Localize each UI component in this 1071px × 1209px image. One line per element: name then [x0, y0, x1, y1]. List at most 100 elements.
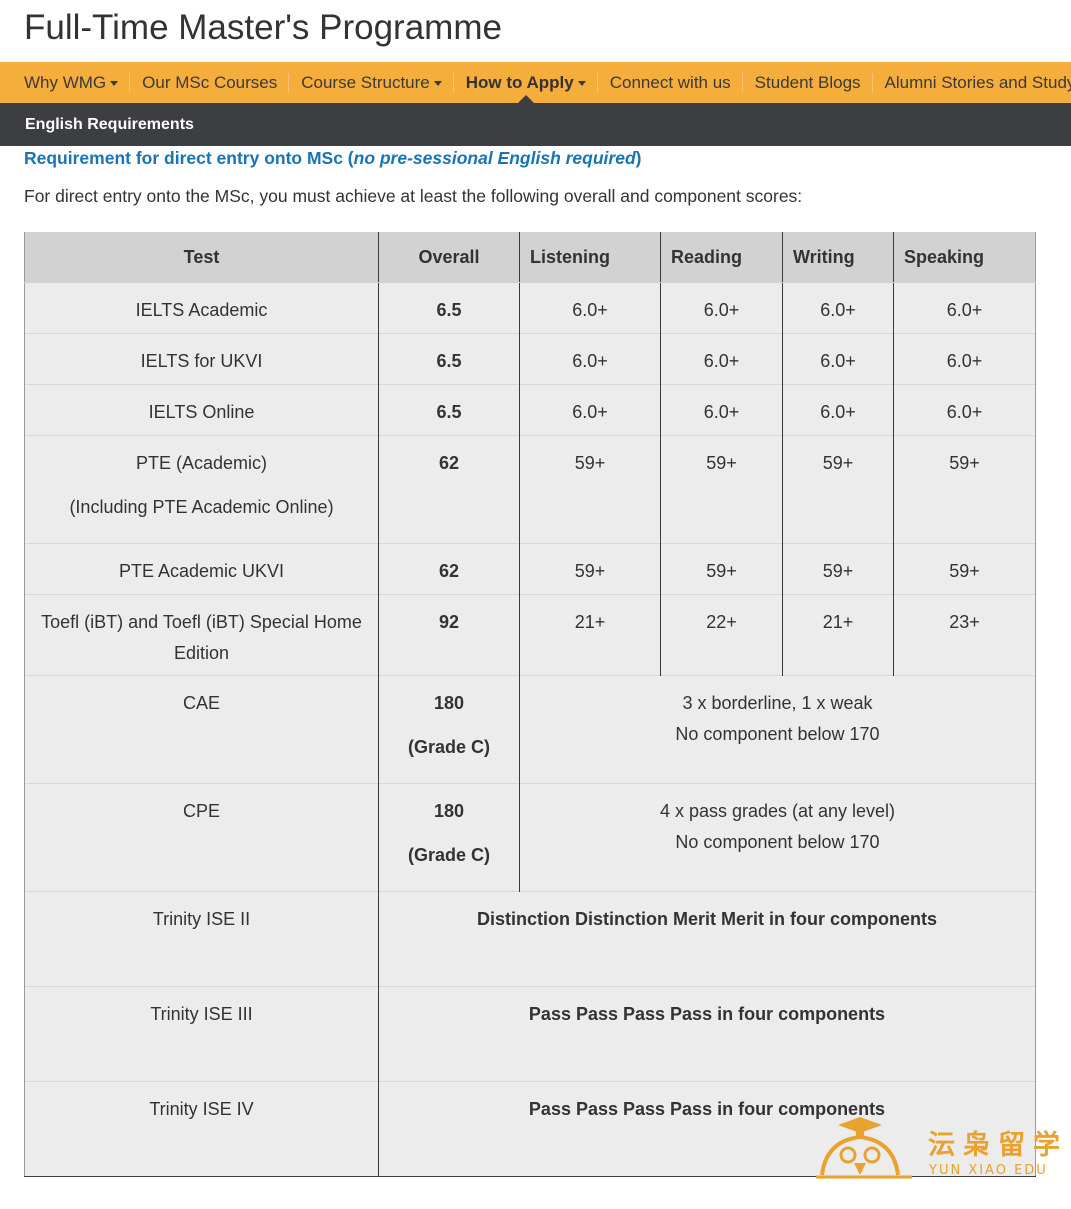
cell-listening: 59+: [519, 543, 661, 595]
requirement-heading: Requirement for direct entry onto MSc (n…: [24, 148, 641, 169]
cell-test: IELTS Online: [24, 384, 379, 436]
nav-item-label: How to Apply: [465, 72, 574, 92]
cell-reading: 59+: [660, 435, 783, 544]
main-nav: Why WMG Our MSc Courses Course Structure…: [0, 62, 1071, 103]
cell-speaking: 6.0+: [893, 333, 1036, 385]
cell-components: 4 x pass grades (at any level) No compon…: [519, 783, 1036, 892]
cell-writing: 6.0+: [782, 282, 894, 334]
cell-reading: 6.0+: [660, 282, 783, 334]
cell-overall: 62: [378, 435, 520, 544]
header-test: Test: [24, 232, 379, 283]
components-line: 3 x borderline, 1 x weak: [682, 693, 873, 713]
caret-down-icon: [433, 81, 442, 86]
nav-item-course-structure[interactable]: Course Structure: [289, 62, 454, 103]
cell-combined: Distinction Distinction Merit Merit in f…: [378, 891, 1036, 987]
cell-reading: 6.0+: [660, 384, 783, 436]
cell-overall: 62: [378, 543, 520, 595]
page-title: Full-Time Master's Programme: [24, 8, 502, 47]
header-writing: Writing: [782, 232, 894, 283]
nav-item-label: Student Blogs: [754, 72, 861, 92]
cell-writing: 59+: [782, 435, 894, 544]
nav-item-label: Why WMG: [24, 72, 107, 92]
heading-suffix: ): [635, 148, 642, 168]
nav-item-student-blogs[interactable]: Student Blogs: [743, 62, 873, 103]
components-line: 4 x pass grades (at any level): [659, 801, 896, 821]
subnav-item-english-requirements[interactable]: English Requirements: [25, 116, 194, 134]
english-requirements-table: Test Overall Listening Reading Writing S…: [24, 232, 1036, 1177]
cell-speaking: 6.0+: [893, 384, 1036, 436]
watermark: 沄枭留学 YUN XIAO EDU: [812, 1115, 1062, 1185]
overall-score: 180: [433, 693, 465, 713]
overall-score: 180: [433, 801, 465, 821]
table-row: PTE Academic UKVI 62 59+ 59+ 59+ 59+: [24, 543, 1036, 595]
cell-speaking: 6.0+: [893, 282, 1036, 334]
caret-down-icon: [110, 81, 119, 86]
table-row: CAE 180 (Grade C) 3 x borderline, 1 x we…: [24, 675, 1036, 784]
cell-listening: 6.0+: [519, 282, 661, 334]
header-reading: Reading: [660, 232, 783, 283]
active-pointer-icon: [517, 95, 534, 103]
nav-item-connect-with-us[interactable]: Connect with us: [598, 62, 743, 103]
cell-test: Trinity ISE II: [24, 891, 379, 987]
cell-combined: Pass Pass Pass Pass in four components: [378, 986, 1036, 1082]
cell-speaking: 59+: [893, 435, 1036, 544]
cell-writing: 21+: [782, 594, 894, 676]
cell-overall: 92: [378, 594, 520, 676]
header-overall: Overall: [378, 232, 520, 283]
header-speaking: Speaking: [893, 232, 1036, 283]
table-row: Trinity ISE II Distinction Distinction M…: [24, 891, 1036, 987]
cell-speaking: 23+: [893, 594, 1036, 676]
cell-test: Toefl (iBT) and Toefl (iBT) Special Home…: [24, 594, 379, 676]
nav-item-how-to-apply[interactable]: How to Apply: [454, 62, 598, 103]
watermark-en: YUN XIAO EDU: [929, 1163, 1048, 1178]
cell-writing: 6.0+: [782, 384, 894, 436]
cell-overall: 6.5: [378, 333, 520, 385]
table-row: Trinity ISE III Pass Pass Pass Pass in f…: [24, 986, 1036, 1082]
nav-item-label: Connect with us: [609, 72, 731, 92]
table-row: IELTS Online 6.5 6.0+ 6.0+ 6.0+ 6.0+: [24, 384, 1036, 436]
table-row: PTE (Academic) (Including PTE Academic O…: [24, 435, 1036, 544]
caret-down-icon: [577, 81, 586, 86]
table-row: Toefl (iBT) and Toefl (iBT) Special Home…: [24, 594, 1036, 676]
nav-item-why-wmg[interactable]: Why WMG: [0, 62, 131, 103]
cell-overall: 180 (Grade C): [378, 675, 520, 784]
nav-item-label: Course Structure: [301, 72, 430, 92]
cell-writing: 59+: [782, 543, 894, 595]
cell-test: Trinity ISE III: [24, 986, 379, 1082]
cell-reading: 59+: [660, 543, 783, 595]
cell-test: IELTS for UKVI: [24, 333, 379, 385]
cell-listening: 6.0+: [519, 384, 661, 436]
components-line: No component below 170: [675, 832, 880, 852]
header-listening: Listening: [519, 232, 661, 283]
cell-components: 3 x borderline, 1 x weak No component be…: [519, 675, 1036, 784]
cell-test: PTE Academic UKVI: [24, 543, 379, 595]
cell-speaking: 59+: [893, 543, 1036, 595]
cell-writing: 6.0+: [782, 333, 894, 385]
cell-overall: 180 (Grade C): [378, 783, 520, 892]
overall-grade: (Grade C): [407, 737, 490, 757]
nav-item-label: Alumni Stories and Study In: [884, 72, 1071, 92]
test-name: PTE (Academic): [135, 453, 268, 473]
table-header-row: Test Overall Listening Reading Writing S…: [24, 232, 1036, 283]
heading-emphasis: no pre-sessional English required: [353, 148, 636, 168]
cell-listening: 6.0+: [519, 333, 661, 385]
owl-logo-icon: [816, 1117, 912, 1179]
watermark-cn: 沄枭留学: [928, 1130, 1068, 1160]
test-note: (Including PTE Academic Online): [69, 497, 334, 517]
nav-item-our-msc-courses[interactable]: Our MSc Courses: [130, 62, 290, 103]
components-line: No component below 170: [675, 724, 880, 744]
cell-listening: 59+: [519, 435, 661, 544]
cell-reading: 6.0+: [660, 333, 783, 385]
cell-test: IELTS Academic: [24, 282, 379, 334]
cell-test: CPE: [24, 783, 379, 892]
table-row: CPE 180 (Grade C) 4 x pass grades (at an…: [24, 783, 1036, 892]
cell-test: CAE: [24, 675, 379, 784]
cell-overall: 6.5: [378, 384, 520, 436]
cell-reading: 22+: [660, 594, 783, 676]
table-row: IELTS for UKVI 6.5 6.0+ 6.0+ 6.0+ 6.0+: [24, 333, 1036, 385]
nav-item-alumni-stories[interactable]: Alumni Stories and Study In: [873, 62, 1071, 103]
sub-nav: English Requirements: [0, 103, 1071, 146]
cell-overall: 6.5: [378, 282, 520, 334]
cell-test: Trinity ISE IV: [24, 1081, 379, 1177]
table-row: IELTS Academic 6.5 6.0+ 6.0+ 6.0+ 6.0+: [24, 282, 1036, 334]
